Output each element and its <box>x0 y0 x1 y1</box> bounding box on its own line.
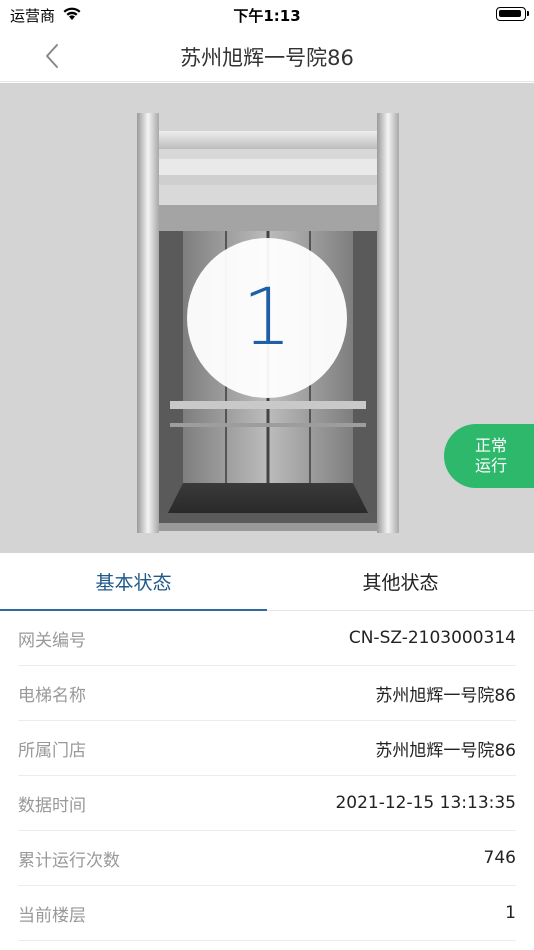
info-label: 数据时间 <box>18 795 86 816</box>
info-label: 电梯名称 <box>18 685 86 706</box>
status-line-2: 运行 <box>474 456 507 475</box>
battery-level <box>499 10 521 17</box>
info-value: 苏州旭辉一号院86 <box>375 740 516 761</box>
info-row-gateway: 网关编号 CN-SZ-2103000314 <box>18 611 516 666</box>
info-label: 累计运行次数 <box>18 850 120 871</box>
info-row-data-time: 数据时间 2021-12-15 13:13:35 <box>18 776 516 831</box>
tab-basic-status[interactable]: 基本状态 <box>0 553 267 611</box>
info-label: 网关编号 <box>18 630 86 651</box>
navigation-bar: 苏州旭辉一号院86 <box>0 30 534 82</box>
page-title: 苏州旭辉一号院86 <box>180 46 354 70</box>
info-value: 苏州旭辉一号院86 <box>375 685 516 706</box>
info-row-store: 所属门店 苏州旭辉一号院86 <box>18 721 516 776</box>
battery-icon <box>496 7 529 21</box>
tab-other-status[interactable]: 其他状态 <box>267 553 534 610</box>
info-row-current-floor: 当前楼层 1 <box>18 886 516 941</box>
status-badge: 正常 运行 <box>444 424 534 488</box>
info-label: 当前楼层 <box>18 905 86 926</box>
status-line-1: 正常 <box>474 436 507 455</box>
status-tabs: 基本状态 其他状态 <box>0 553 534 611</box>
status-bar: 运营商 下午1:13 <box>0 0 534 30</box>
info-label: 所属门店 <box>18 740 86 761</box>
info-list: 网关编号 CN-SZ-2103000314 电梯名称 苏州旭辉一号院86 所属门… <box>0 611 534 941</box>
info-row-run-count: 累计运行次数 746 <box>18 831 516 886</box>
info-value: CN-SZ-2103000314 <box>348 628 516 648</box>
current-floor-number: 1 <box>242 273 292 363</box>
elevator-panel: 1 正常 运行 <box>0 83 534 553</box>
info-value: 746 <box>483 848 516 868</box>
info-value: 2021-12-15 13:13:35 <box>335 793 516 813</box>
info-row-elevator-name: 电梯名称 苏州旭辉一号院86 <box>18 666 516 721</box>
status-time: 下午1:13 <box>233 7 301 25</box>
current-floor-indicator: 1 <box>187 238 347 398</box>
info-value: 1 <box>505 903 516 923</box>
